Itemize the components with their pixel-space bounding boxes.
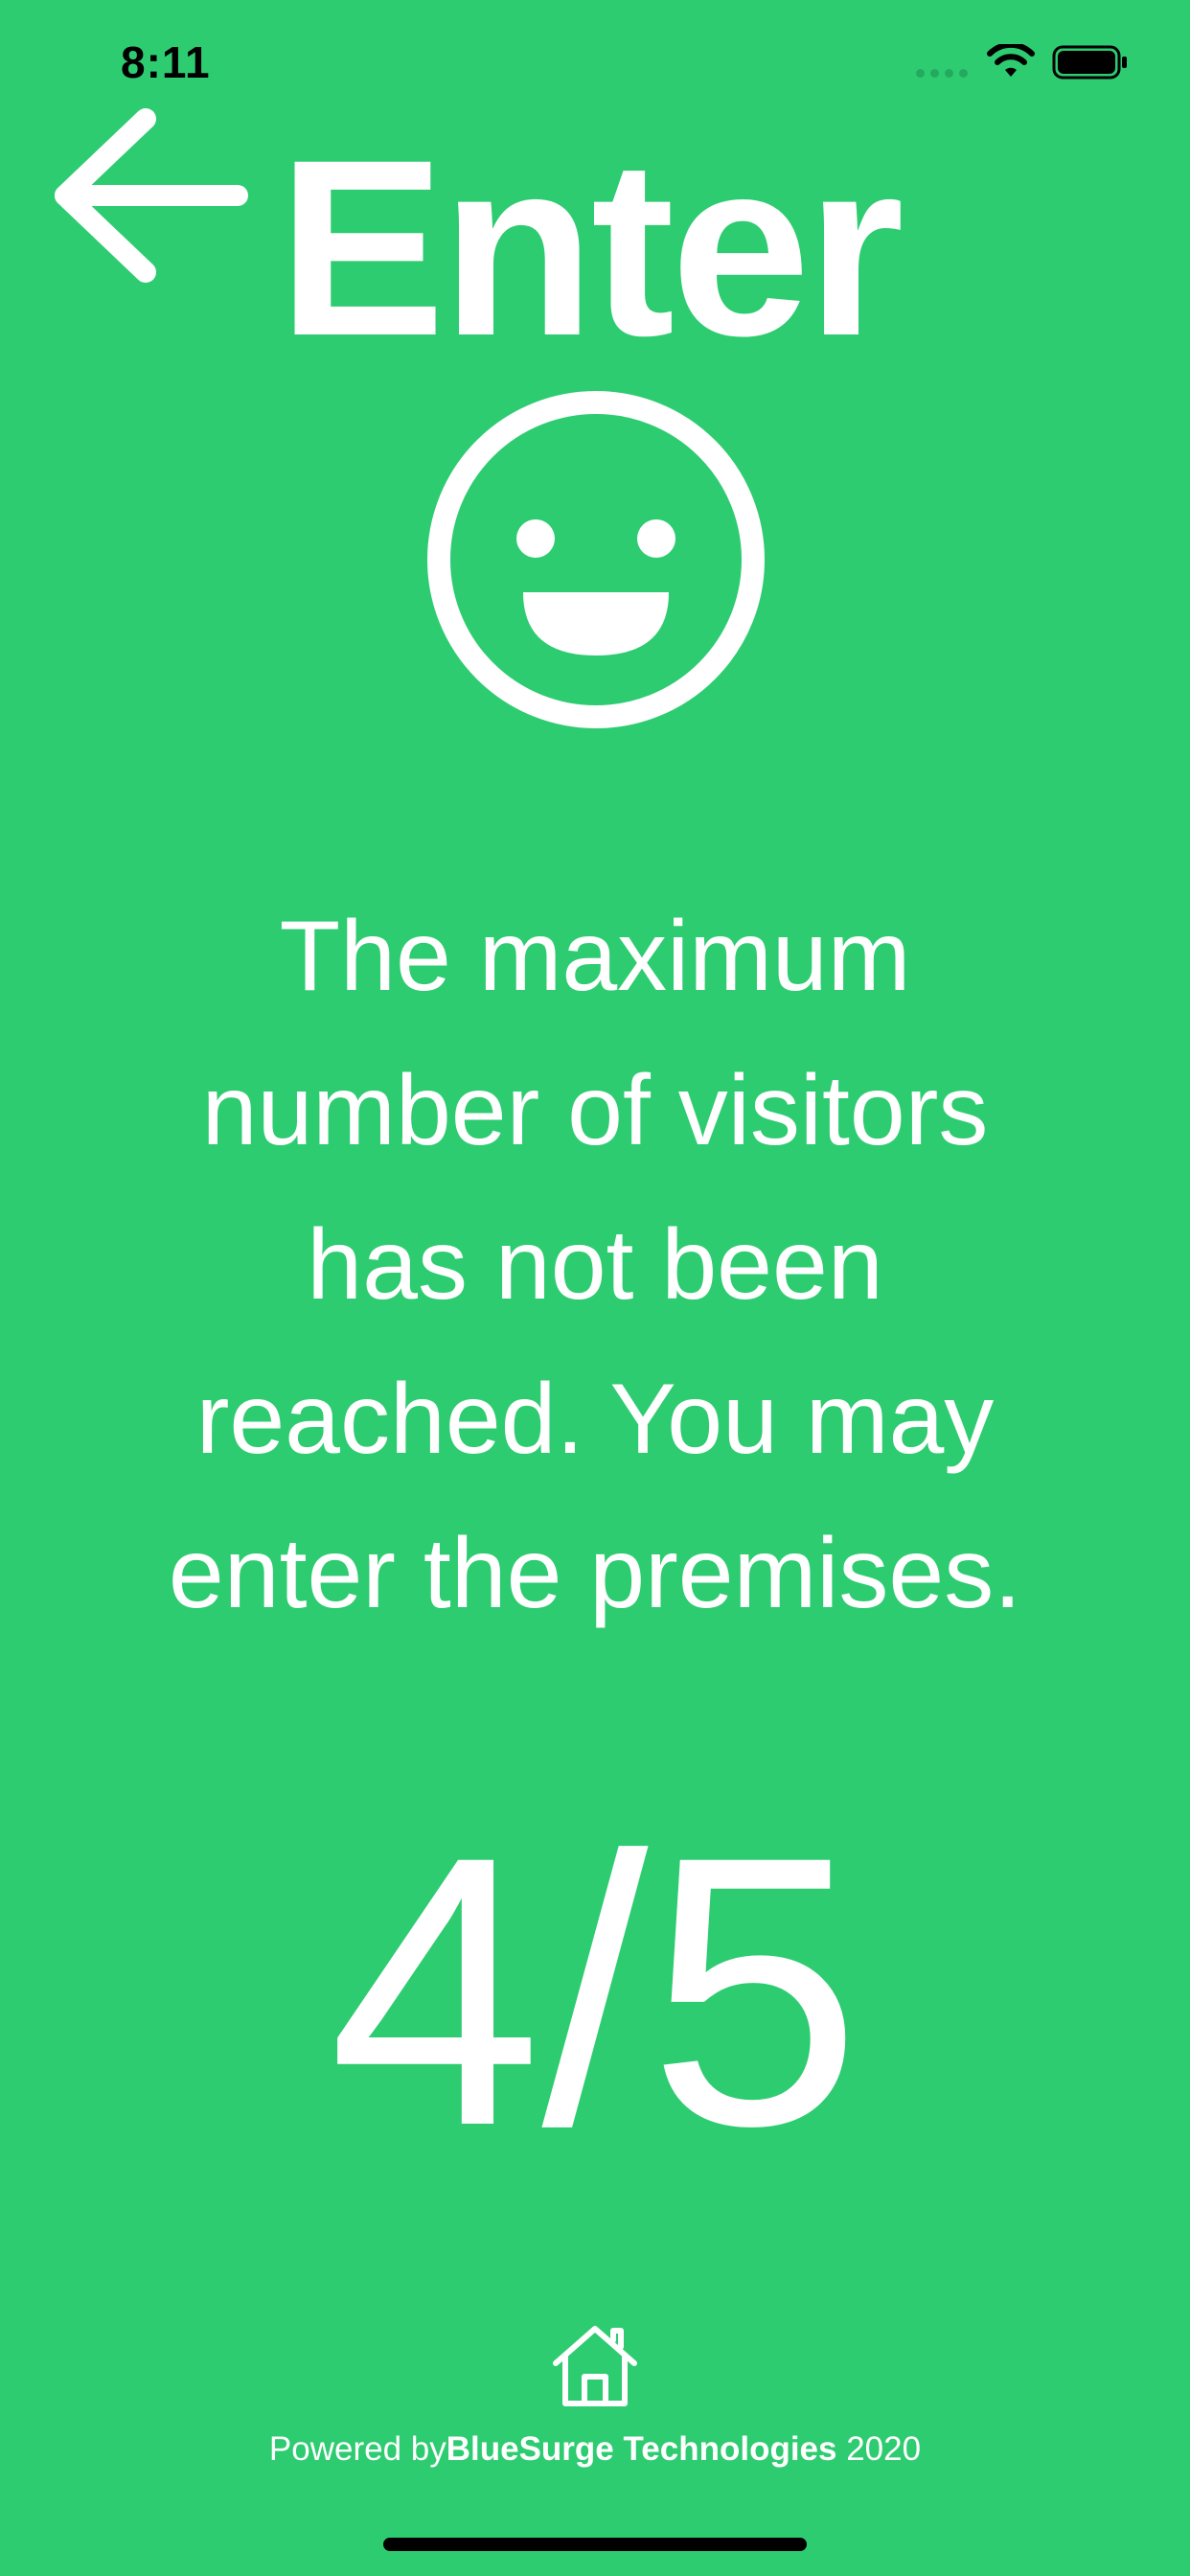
status-time: 8:11 <box>121 37 211 87</box>
footer-prefix: Powered by <box>268 2430 446 2468</box>
arrow-left-icon <box>55 108 248 283</box>
footer-year: 2020 <box>836 2430 922 2468</box>
footer-credit: Powered byBlueSurge Technologies 2020 <box>0 2430 1190 2469</box>
battery-icon <box>1052 45 1127 80</box>
smiley-face-icon <box>427 391 765 728</box>
wifi-icon <box>987 44 1035 77</box>
home-indicator[interactable] <box>383 2538 807 2551</box>
footer-brand: BlueSurge Technologies <box>446 2430 837 2468</box>
page-title: Enter <box>278 107 904 388</box>
home-button[interactable] <box>550 2323 640 2409</box>
status-bar: 8:11 <box>0 0 1190 125</box>
home-icon <box>553 2326 637 2406</box>
cellular-signal-icon <box>916 69 968 78</box>
status-message: The maximum number of visitors has not b… <box>168 901 1022 1629</box>
occupancy-count: 4/5 <box>328 1777 862 2205</box>
back-button[interactable] <box>54 107 251 284</box>
